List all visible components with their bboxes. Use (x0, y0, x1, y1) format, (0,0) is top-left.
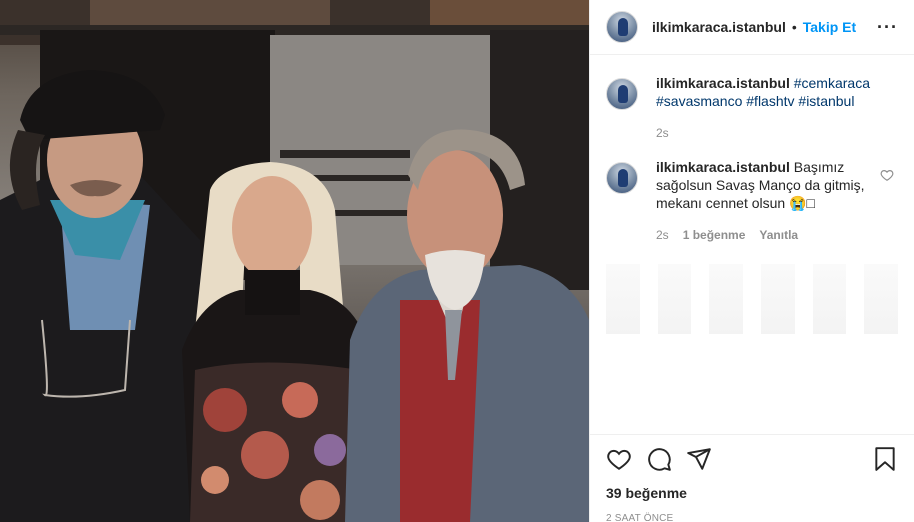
heart-icon[interactable] (606, 446, 632, 472)
comments-list: ilkimkaraca.istanbul #cemkaraca #savasma… (590, 56, 914, 434)
avatar[interactable] (606, 11, 638, 43)
post-photo[interactable] (0, 0, 589, 522)
comment-icon[interactable] (646, 446, 672, 472)
post-timestamp[interactable]: 2 SAAT ÖNCE (606, 513, 898, 522)
post-actions: 39 beğenme 2 SAAT ÖNCE (590, 434, 914, 522)
photo-illustration (0, 0, 589, 522)
follow-button[interactable]: Takip Et (803, 19, 856, 35)
comment-username[interactable]: ilkimkaraca.istanbul (656, 159, 790, 175)
comment-age[interactable]: 2s (656, 124, 669, 142)
likes-count[interactable]: 39 beğenme (606, 485, 898, 501)
caption: ilkimkaraca.istanbul #cemkaraca #savasma… (606, 74, 898, 142)
username-link[interactable]: ilkimkaraca.istanbul (652, 19, 786, 35)
share-icon[interactable] (686, 446, 712, 472)
avatar[interactable] (606, 162, 638, 194)
comment-heart-icon[interactable] (880, 168, 894, 182)
reply-button[interactable]: Yanıtla (759, 226, 798, 244)
post-header: ilkimkaraca.istanbul • Takip Et ··· (590, 0, 914, 55)
comment-age[interactable]: 2s (656, 226, 669, 244)
comment: ilkimkaraca.istanbul Başımız sağolsun Sa… (606, 158, 898, 244)
loading-placeholder (606, 264, 899, 334)
comment-username[interactable]: ilkimkaraca.istanbul (656, 75, 790, 91)
more-options-icon[interactable]: ··· (877, 17, 898, 38)
avatar[interactable] (606, 78, 638, 110)
comment-likes-link[interactable]: 1 beğenme (683, 226, 746, 244)
bookmark-icon[interactable] (872, 446, 898, 472)
post-side-panel: ilkimkaraca.istanbul • Takip Et ··· ilki… (589, 0, 914, 522)
separator-dot: • (791, 19, 797, 35)
